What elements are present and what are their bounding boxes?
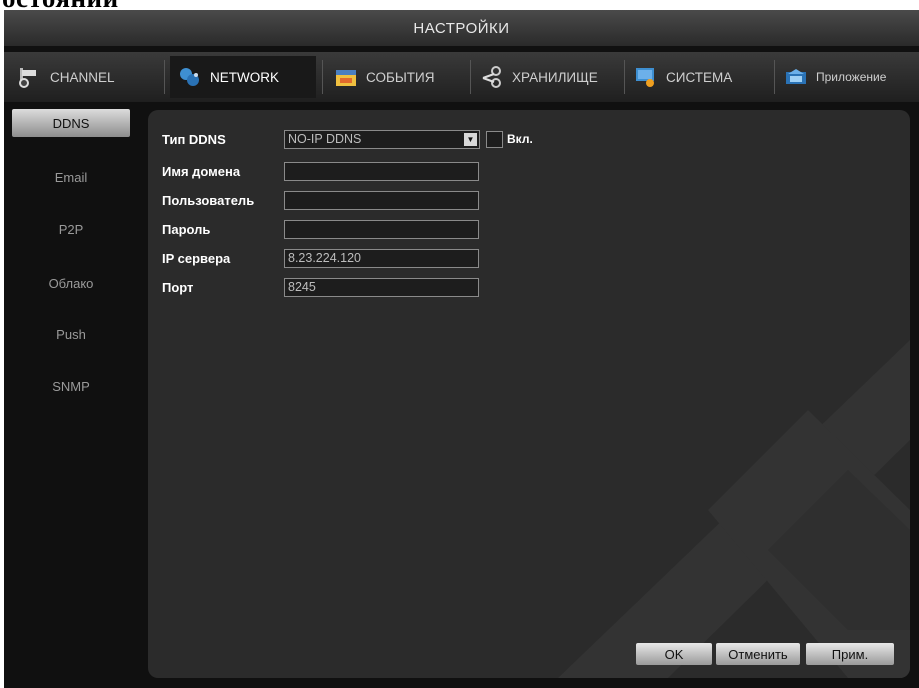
calendar-events-icon <box>336 70 356 86</box>
port-label: Порт <box>162 279 194 295</box>
network-icon <box>180 68 199 86</box>
row-port: Порт 8245 <box>162 276 479 298</box>
tab-events[interactable]: СОБЫТИЯ <box>334 56 466 98</box>
ok-button-label: OK <box>664 646 684 662</box>
password-label: Пароль <box>162 221 211 237</box>
apply-button[interactable]: Прим. <box>806 643 894 665</box>
sidebar-item-label: DDNS <box>52 115 90 131</box>
tab-apps[interactable]: Приложение <box>784 56 919 98</box>
password-field[interactable] <box>284 219 479 239</box>
ddns-type-select[interactable]: NO-IP DDNS ▼ <box>284 129 480 149</box>
tab-label: Приложение <box>816 70 887 84</box>
sidebar-item-label: SNMP <box>52 378 90 394</box>
title-bar: НАСТРОЙКИ <box>4 10 919 46</box>
cancel-button-label: Отменить <box>728 646 788 662</box>
tab-label: СИСТЕМА <box>666 69 733 85</box>
apps-icon <box>786 69 806 84</box>
port-value: 8245 <box>288 280 316 294</box>
sidebar-item-ddns[interactable]: DDNS <box>12 109 130 137</box>
sidebar-item-email[interactable]: Email <box>12 163 130 191</box>
enable-checkbox[interactable] <box>486 130 503 148</box>
server-ip-field[interactable]: 8.23.224.120 <box>284 248 479 268</box>
sidebar-item-p2p[interactable]: P2P <box>12 215 130 243</box>
row-ddns-type: Тип DDNS NO-IP DDNS ▼ Вкл. <box>162 128 533 150</box>
chevron-down-icon: ▼ <box>464 132 477 146</box>
tab-label: CHANNEL <box>50 69 115 85</box>
page-heading-fragment: остояний <box>0 0 919 10</box>
tab-bar: CHANNEL NETWORK СОБЫТИЯ ХРАНИЛИЩЕ СИСТЕМ… <box>4 52 919 102</box>
sidebar-item-cloud[interactable]: Облако <box>12 269 130 297</box>
tab-label: ХРАНИЛИЩЕ <box>512 69 598 85</box>
apply-button-label: Прим. <box>831 646 869 662</box>
tab-channel[interactable]: CHANNEL <box>18 56 158 98</box>
camera-icon <box>19 68 36 88</box>
tab-system[interactable]: СИСТЕМА <box>634 56 774 98</box>
row-password: Пароль <box>162 218 479 240</box>
sidebar-item-label: Push <box>56 326 86 342</box>
storage-icon <box>482 66 501 88</box>
sidebar-item-push[interactable]: Push <box>12 320 130 348</box>
sidebar-item-label: Облако <box>48 275 94 291</box>
window-title: НАСТРОЙКИ <box>413 19 510 37</box>
row-server-ip: IP сервера 8.23.224.120 <box>162 247 479 269</box>
enable-label: Вкл. <box>507 132 533 146</box>
tab-storage[interactable]: ХРАНИЛИЩЕ <box>480 56 620 98</box>
user-field[interactable] <box>284 190 479 210</box>
sidebar-item-label: Email <box>54 169 88 185</box>
tab-network[interactable]: NETWORK <box>170 56 316 98</box>
cancel-button[interactable]: Отменить <box>716 643 800 665</box>
row-domain: Имя домена <box>162 160 479 182</box>
user-label: Пользователь <box>162 192 255 208</box>
ddns-type-value: NO-IP DDNS <box>288 132 362 146</box>
row-user: Пользователь <box>162 189 479 211</box>
sidebar-item-snmp[interactable]: SNMP <box>12 372 130 400</box>
ok-button[interactable]: OK <box>636 643 712 665</box>
domain-label: Имя домена <box>162 163 241 179</box>
port-field[interactable]: 8245 <box>284 277 479 297</box>
ddns-type-label: Тип DDNS <box>162 131 226 147</box>
system-icon <box>636 68 654 87</box>
domain-field[interactable] <box>284 161 479 181</box>
server-ip-value: 8.23.224.120 <box>288 251 361 265</box>
tab-label: СОБЫТИЯ <box>366 69 435 85</box>
sidebar-item-label: P2P <box>58 221 84 237</box>
server-ip-label: IP сервера <box>162 250 231 266</box>
tab-label: NETWORK <box>210 69 279 85</box>
